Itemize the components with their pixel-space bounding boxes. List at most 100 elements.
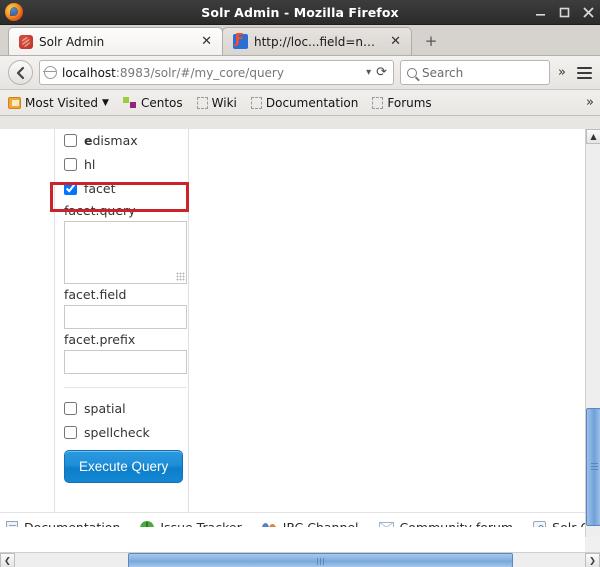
facet-query-wrap [64,221,187,284]
bookmark-label: Centos [141,96,183,110]
bug-icon [140,521,154,528]
footer-link-label: IRC Channel [283,520,359,527]
footer-link-label: Documentation [24,520,120,527]
checkbox-row-hl[interactable]: hl [64,152,188,176]
tab-label: Solr Admin [39,35,193,49]
checkbox-row-spellcheck[interactable]: spellcheck [64,420,188,444]
tab-close-icon[interactable]: ✕ [388,34,403,49]
facet-checkbox[interactable] [64,182,77,195]
maximize-icon[interactable] [559,7,570,18]
spellcheck-label: spellcheck [84,425,150,440]
footer-link-issue-tracker[interactable]: Issue Tracker [140,520,241,527]
window-controls [535,0,594,25]
search-input[interactable]: Search [422,66,463,80]
vertical-scroll-track[interactable] [586,144,600,537]
checkbox-row-spatial[interactable]: spatial [64,396,188,420]
url-text: localhost:8983/solr/#/my_core/query [62,66,361,80]
vertical-scroll-thumb[interactable] [586,408,600,526]
page-viewport: dismax edismax hl facet facet.query [0,129,600,567]
tab-strip: Solr Admin ✕ http://loc...field=name ✕ + [0,25,600,56]
footer-link-label: Issue Tracker [160,520,241,527]
facet-label: facet [84,181,116,196]
horizontal-scrollbar[interactable]: ❮ ❯ [0,552,600,567]
bookmark-forums[interactable]: Forums [372,96,431,110]
menu-icon[interactable] [574,67,592,79]
solr-favicon-icon [19,35,33,49]
firefox-window: Solr Admin - Mozilla Firefox Solr Admin … [0,0,600,567]
scrollbar-corner [585,537,600,552]
bookmark-label: Wiki [212,96,237,110]
document-icon [6,521,18,528]
close-icon[interactable] [583,7,594,18]
horizontal-scroll-track[interactable] [15,553,585,567]
checkbox-row-facet[interactable]: facet [64,176,188,200]
bookmarks-overflow-icon[interactable]: » [586,95,594,110]
horizontal-scroll-thumb[interactable] [128,553,513,567]
page-favicon-icon [233,34,248,49]
bookmark-wiki[interactable]: Wiki [197,96,237,110]
bookmark-most-visited[interactable]: Most Visited ▼ [8,96,109,110]
bookmark-label: Documentation [266,96,359,110]
minimize-icon[interactable] [535,7,546,18]
edismax-checkbox[interactable] [64,134,77,147]
spellcheck-checkbox[interactable] [64,426,77,439]
query-result-panel [190,129,585,527]
search-bar[interactable]: Search [400,60,550,85]
scroll-left-icon[interactable]: ❮ [0,553,15,567]
centos-icon [123,96,137,110]
page-left-gutter [0,129,55,527]
new-tab-button[interactable]: + [418,27,444,55]
chevron-down-icon[interactable]: ▾ [366,67,371,78]
facet-query-input[interactable] [64,221,187,284]
solr-footer-links: Documentation Issue Tracker IRC Channel … [0,512,585,527]
facet-field-label: facet.field [64,287,188,302]
spatial-checkbox[interactable] [64,402,77,415]
back-button[interactable] [8,60,33,85]
tab-close-icon[interactable]: ✕ [199,34,214,49]
bookmark-centos[interactable]: Centos [123,96,183,110]
footer-link-solr-query[interactable]: Solr Que [533,520,585,527]
hl-label: hl [84,157,95,172]
checkbox-row-edismax[interactable]: edismax [64,129,188,152]
scroll-up-icon[interactable]: ▲ [586,129,600,144]
url-host: localhost [62,66,116,80]
mail-icon [379,522,394,527]
page-icon [372,97,383,109]
facet-query-label: facet.query [64,203,188,218]
folder-icon [8,97,21,109]
window-title: Solr Admin - Mozilla Firefox [0,5,600,20]
navigation-toolbar: localhost:8983/solr/#/my_core/query ▾ ⟳ … [0,56,600,90]
people-icon [262,521,277,527]
facet-prefix-label: facet.prefix [64,332,188,347]
bookmark-label: Forums [387,96,431,110]
tab-label: http://loc...field=name [254,35,382,49]
solr-admin-page: dismax edismax hl facet facet.query [0,129,585,527]
facet-field-input[interactable] [64,305,187,329]
spatial-label: spatial [84,401,126,416]
bookmark-documentation[interactable]: Documentation [251,96,359,110]
bookmark-label: Most Visited [25,96,98,110]
execute-query-button[interactable]: Execute Query [64,450,183,483]
search-icon [407,68,417,78]
page-icon [251,97,262,109]
facet-prefix-input[interactable] [64,350,187,374]
url-path: :8983/solr/#/my_core/query [116,66,284,80]
bookmarks-bar: Most Visited ▼ Centos Wiki Documentation… [0,90,600,116]
footer-link-label: Solr Que [552,520,585,527]
scroll-right-icon[interactable]: ❯ [585,553,600,567]
page-icon [197,97,208,109]
title-bar: Solr Admin - Mozilla Firefox [0,0,600,25]
reload-icon[interactable]: ⟳ [376,65,389,80]
tab-solr-admin[interactable]: Solr Admin ✕ [8,27,223,55]
chevron-down-icon: ▼ [102,98,109,108]
footer-link-documentation[interactable]: Documentation [6,520,120,527]
hl-checkbox[interactable] [64,158,77,171]
url-bar[interactable]: localhost:8983/solr/#/my_core/query ▾ ⟳ [39,60,394,85]
edismax-label: edismax [84,133,138,148]
footer-link-irc-channel[interactable]: IRC Channel [262,520,359,527]
vertical-scrollbar[interactable]: ▲ ▼ [585,129,600,552]
tab-query-result[interactable]: http://loc...field=name ✕ [222,27,412,55]
toolbar-overflow-icon[interactable]: » [556,65,568,80]
form-divider [64,387,187,388]
footer-link-community-forum[interactable]: Community forum [379,520,514,527]
